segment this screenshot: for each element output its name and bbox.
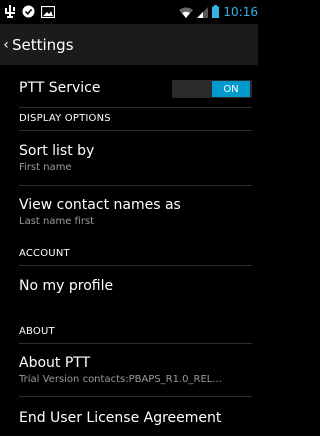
my-profile-title: No my profile — [19, 278, 114, 294]
status-time: 10:16 — [223, 5, 258, 19]
divider — [19, 185, 252, 186]
signal-icon — [197, 3, 209, 22]
view-contact-names-item[interactable]: View contact names as Last name first — [19, 197, 252, 227]
sort-list-by-summary: First name — [19, 162, 72, 173]
section-header-about: ABOUT — [19, 326, 55, 337]
divider — [19, 130, 252, 131]
view-contact-names-title: View contact names as — [19, 197, 181, 213]
about-ptt-summary: Trial Version contacts:PBAPS_R1.0_REL... — [19, 374, 222, 385]
toggle-on-label: ON — [212, 81, 250, 97]
ptt-service-toggle[interactable]: ON — [172, 80, 252, 98]
battery-icon — [212, 3, 220, 22]
sort-list-by-title: Sort list by — [19, 143, 95, 159]
section-header-display-options: DISPLAY OPTIONS — [19, 113, 111, 124]
image-icon — [40, 3, 56, 22]
action-bar: ‹ Settings — [0, 24, 258, 65]
status-bar: 10:16 — [0, 0, 258, 24]
about-ptt-item[interactable]: About PTT Trial Version contacts:PBAPS_R… — [19, 355, 252, 385]
eula-title: End User License Agreement — [19, 410, 222, 426]
divider — [19, 107, 252, 108]
settings-list: PTT Service ON DISPLAY OPTIONS Sort list… — [0, 65, 258, 436]
divider — [19, 396, 252, 397]
about-ptt-title: About PTT — [19, 355, 91, 371]
eula-item[interactable]: End User License Agreement — [19, 410, 252, 426]
sort-list-by-item[interactable]: Sort list by First name — [19, 143, 252, 173]
page-title[interactable]: Settings — [12, 36, 74, 54]
back-icon[interactable]: ‹ — [2, 37, 10, 53]
divider — [19, 343, 252, 344]
sync-icon — [22, 3, 35, 22]
divider — [19, 265, 252, 266]
view-contact-names-summary: Last name first — [19, 216, 95, 227]
wifi-icon — [179, 3, 194, 22]
usb-icon — [4, 3, 16, 22]
section-header-account: ACCOUNT — [19, 248, 70, 259]
my-profile-item[interactable]: No my profile — [19, 278, 252, 294]
